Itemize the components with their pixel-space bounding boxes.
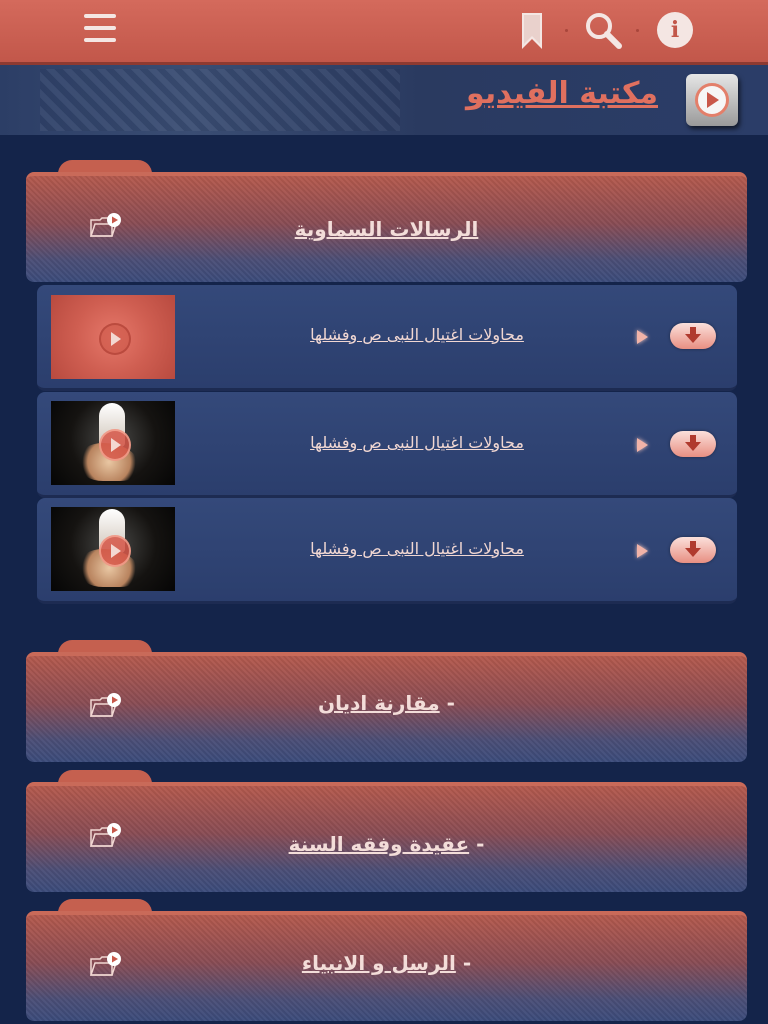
bookmark-icon[interactable] [520, 13, 544, 49]
play-icon [99, 323, 131, 355]
category-title: - عقيدة وفقه السنة [288, 832, 485, 856]
video-row[interactable]: محاولات اغتيال النبى ص وفشلها [37, 285, 737, 391]
video-thumbnail[interactable] [51, 401, 175, 485]
info-icon[interactable]: i [657, 12, 693, 48]
video-library-play-icon[interactable] [686, 74, 738, 126]
category-title: - مقارنة اديان [318, 691, 455, 715]
menu-icon[interactable] [84, 14, 116, 44]
play-arrow-icon[interactable] [637, 438, 648, 452]
category-section[interactable]: - عقيدة وفقه السنة [26, 770, 747, 892]
category-title: - الرسل و الانبياء [301, 951, 472, 975]
download-button[interactable] [670, 431, 716, 457]
download-arrow-icon [685, 327, 701, 343]
video-row[interactable]: محاولات اغتيال النبى ص وفشلها [37, 498, 737, 604]
video-thumbnail[interactable] [51, 507, 175, 591]
play-icon [99, 429, 131, 461]
video-title[interactable]: محاولات اغتيال النبى ص وفشلها [197, 539, 637, 558]
page-title: مكتبة الفيديو [466, 76, 658, 111]
download-button[interactable] [670, 537, 716, 563]
category-section[interactable]: - مقارنة اديان [26, 640, 747, 762]
category-title: الرسالات السماوية [294, 217, 479, 241]
download-button[interactable] [670, 323, 716, 349]
category-section[interactable]: - الرسل و الانبياء [26, 899, 747, 1021]
separator-dot [565, 29, 568, 32]
play-arrow-icon[interactable] [637, 544, 648, 558]
play-icon [99, 535, 131, 567]
play-arrow-icon[interactable] [637, 330, 648, 344]
video-title[interactable]: محاولات اغتيال النبى ص وفشلها [197, 325, 637, 344]
video-thumbnail[interactable] [51, 295, 175, 379]
search-icon[interactable] [584, 11, 624, 51]
video-row[interactable]: محاولات اغتيال النبى ص وفشلها [37, 392, 737, 498]
download-arrow-icon [685, 541, 701, 557]
top-bar: i [0, 0, 768, 65]
separator-dot [636, 29, 639, 32]
download-arrow-icon [685, 435, 701, 451]
category-section[interactable]: الرسالات السماوية [26, 160, 747, 282]
video-title[interactable]: محاولات اغتيال النبى ص وفشلها [197, 433, 637, 452]
